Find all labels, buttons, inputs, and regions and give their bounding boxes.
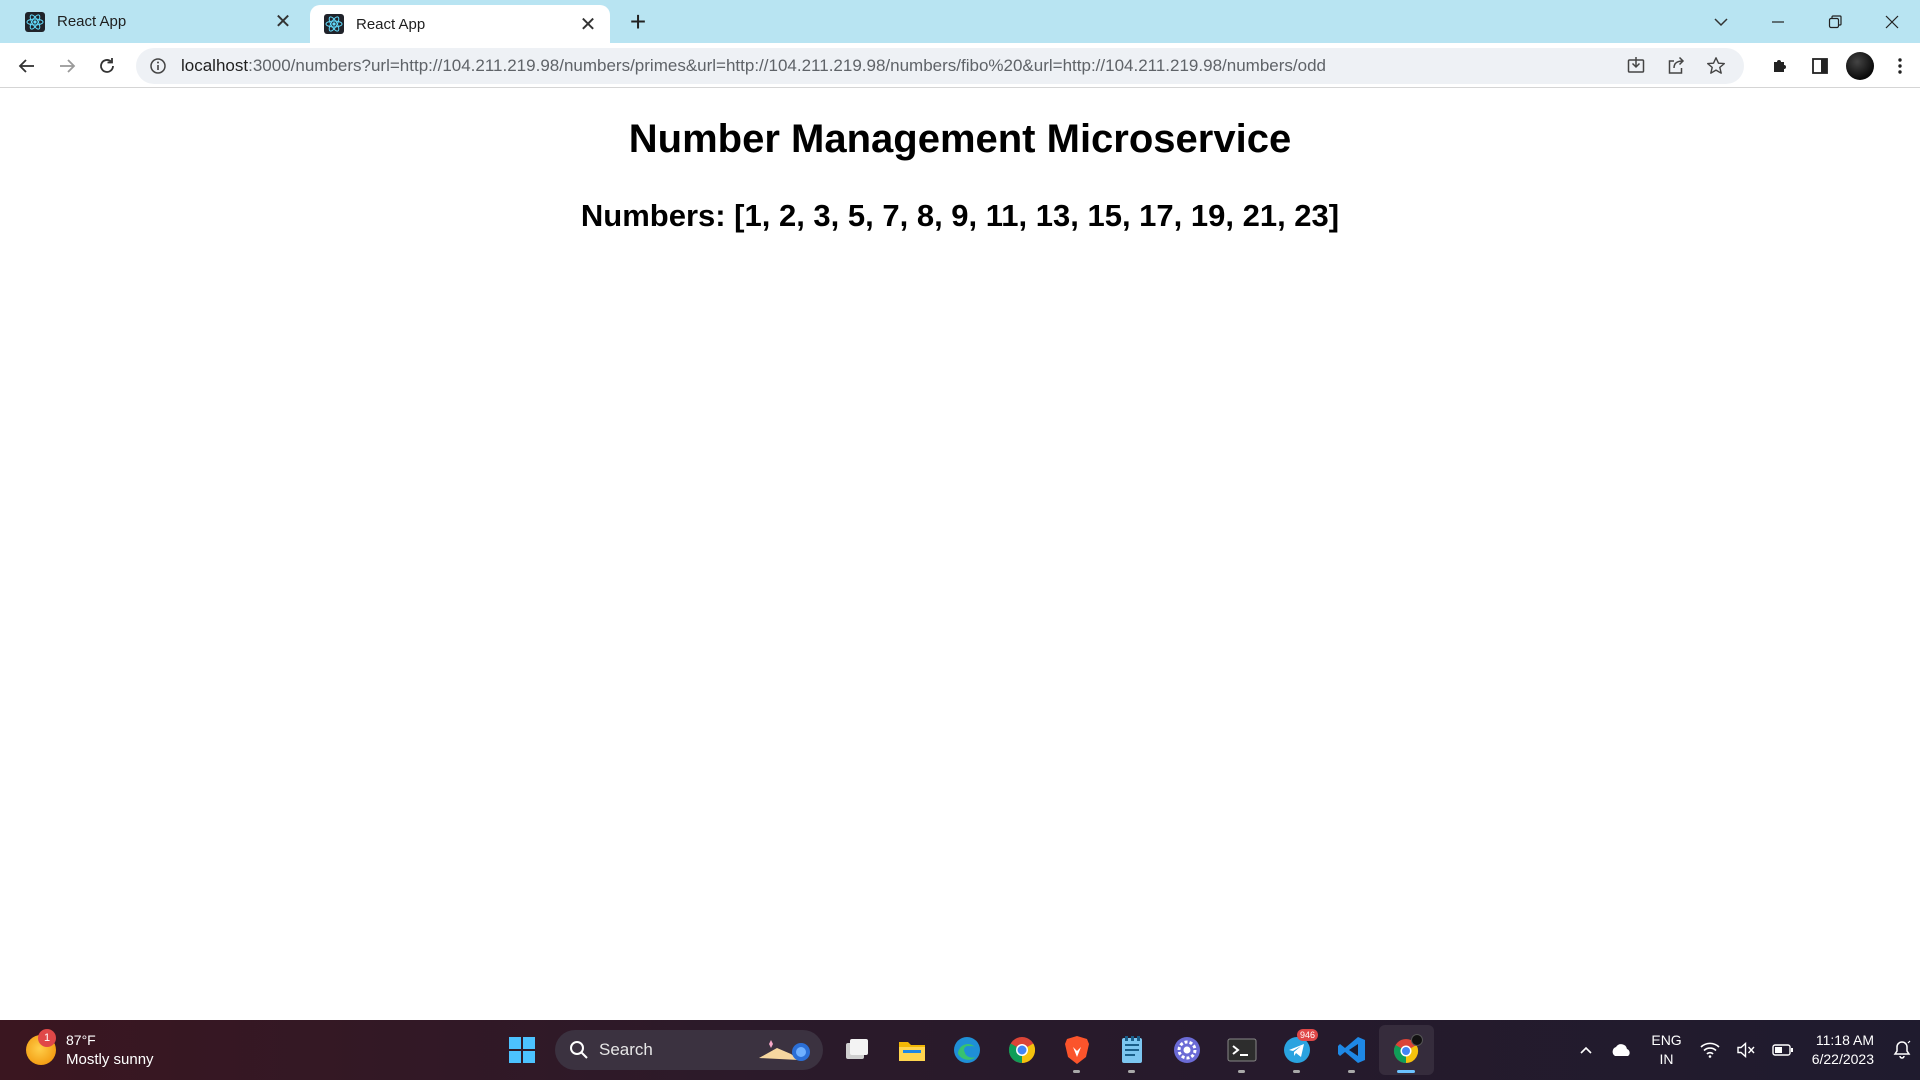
profile-avatar[interactable] [1840,48,1880,84]
url-host: localhost [181,56,249,75]
page-title: Number Management Microservice [628,117,1292,161]
weather-condition: Mostly sunny [66,1051,154,1068]
bookmark-star-icon[interactable] [1696,48,1736,84]
weather-widget[interactable]: 1 87°F Mostly sunny [26,1028,154,1072]
tab-react-app-2[interactable]: React App ✕ [310,5,610,43]
battery-icon[interactable] [1764,1020,1802,1080]
restore-button[interactable] [1806,0,1863,43]
extensions-puzzle-icon[interactable] [1760,48,1800,84]
tab-strip: React App ✕ React App ✕ + [0,0,1920,43]
terminal-icon[interactable] [1214,1025,1269,1075]
system-tray: ENG IN 11:18 AM 6/22/2023 [1571,1020,1920,1080]
notification-badge: 1 [38,1029,56,1047]
browser-toolbar: localhost:3000/numbers?url=http://104.21… [0,43,1920,88]
brave-browser-icon[interactable] [1049,1025,1104,1075]
show-hidden-icons-chevron-icon[interactable] [1571,1020,1601,1080]
notifications-bell-icon[interactable] [1884,1020,1920,1080]
search-label: Search [599,1040,653,1059]
tab-search-chevron-icon[interactable] [1692,0,1749,43]
wifi-icon[interactable] [1692,1020,1728,1080]
language-indicator[interactable]: ENG IN [1641,1031,1691,1069]
react-icon [24,11,46,33]
close-tab-icon[interactable]: ✕ [271,10,295,34]
forward-arrow-icon[interactable] [49,48,85,84]
taskbar-apps: Search 946 [494,1025,1434,1075]
volume-muted-icon[interactable] [1728,1020,1764,1080]
start-windows-icon[interactable] [494,1025,549,1075]
taskbar-search[interactable]: Search [555,1030,823,1070]
react-icon [323,13,345,35]
install-app-icon[interactable] [1616,48,1656,84]
clock-time: 11:18 AM [1815,1032,1874,1048]
system-clock[interactable]: 11:18 AM 6/22/2023 [1802,1031,1884,1069]
weather-temperature: 87°F [66,1032,96,1048]
language-region: IN [1659,1051,1674,1067]
url-path: :3000/numbers?url=http://104.211.219.98/… [248,56,1326,75]
search-icon [569,1040,589,1060]
tab-react-app-1[interactable]: React App ✕ [0,0,305,43]
task-view-icon[interactable] [829,1025,884,1075]
windows-taskbar: 1 87°F Mostly sunny Search 946 ENG IN 11… [0,1020,1920,1080]
reload-icon[interactable] [89,48,125,84]
tab-title: React App [57,13,127,30]
edge-browser-icon[interactable] [939,1025,994,1075]
new-tab-button[interactable]: + [624,6,652,37]
notepad-icon[interactable] [1104,1025,1159,1075]
telegram-icon[interactable]: 946 [1269,1025,1324,1075]
close-window-button[interactable] [1863,0,1920,43]
address-bar[interactable]: localhost:3000/numbers?url=http://104.21… [136,48,1744,84]
telegram-badge: 946 [1296,1029,1318,1041]
close-tab-icon[interactable]: ✕ [576,12,600,36]
url-text: localhost:3000/numbers?url=http://104.21… [181,56,1616,76]
tab-title: React App [356,15,426,33]
language-code: ENG [1651,1032,1682,1048]
window-controls [1692,0,1920,43]
minimize-button[interactable] [1749,0,1806,43]
file-explorer-icon[interactable] [884,1025,939,1075]
page-content: Number Management Microservice Numbers: … [0,89,1920,1019]
vscode-icon[interactable] [1324,1025,1379,1075]
clock-date: 6/22/2023 [1811,1051,1874,1067]
site-info-icon[interactable] [148,56,168,76]
share-icon[interactable] [1656,48,1696,84]
search-highlight-icon [755,1034,815,1071]
more-menu-icon[interactable] [1880,48,1920,84]
chrome-browser-icon[interactable] [994,1025,1049,1075]
weather-sun-icon: 1 [26,1029,56,1065]
back-arrow-icon[interactable] [9,48,45,84]
settings-gear-icon[interactable] [1159,1025,1214,1075]
onedrive-cloud-icon[interactable] [1601,1020,1641,1080]
numbers-result: Numbers: [1, 2, 3, 5, 7, 8, 9, 11, 13, 1… [580,198,1340,233]
chrome-active-icon[interactable] [1379,1025,1434,1075]
side-panel-icon[interactable] [1800,48,1840,84]
